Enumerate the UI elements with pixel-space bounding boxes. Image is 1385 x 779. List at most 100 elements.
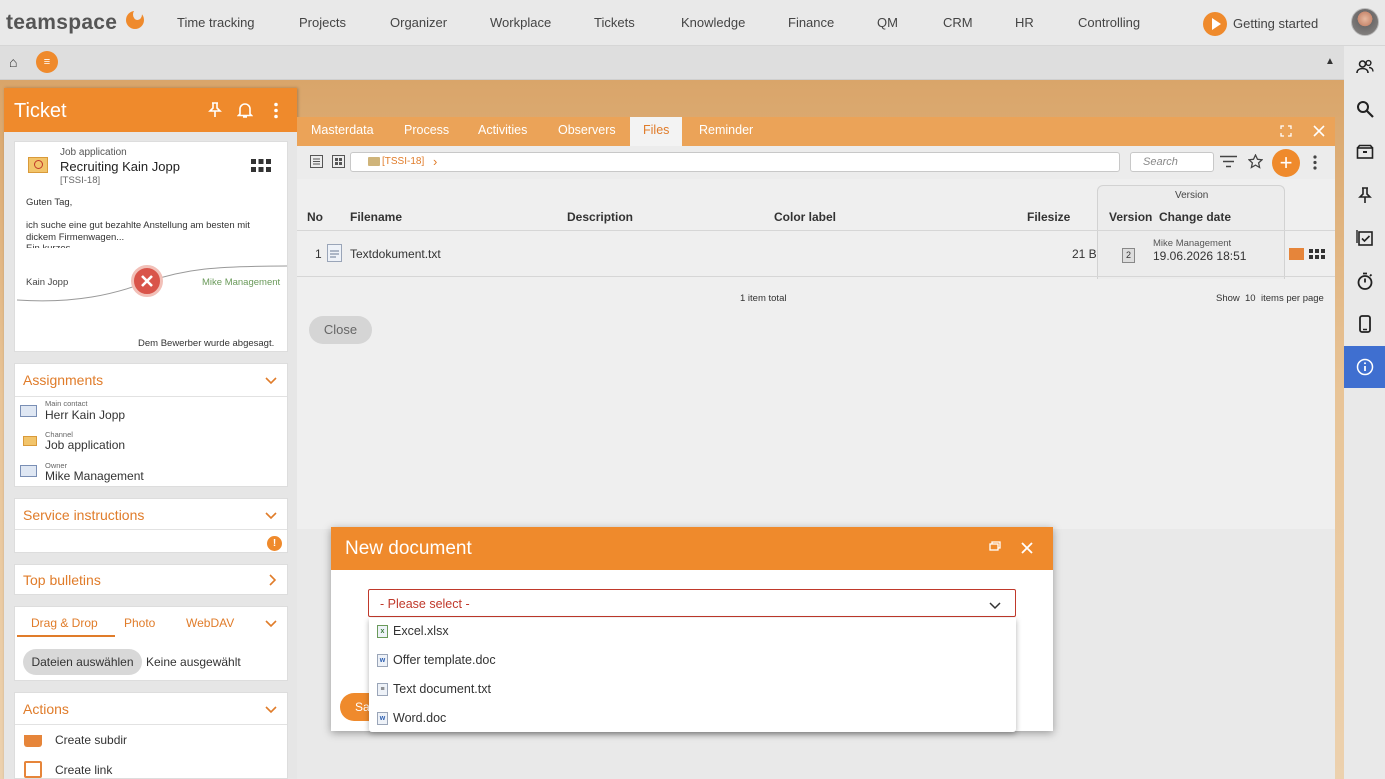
filter-icon[interactable] xyxy=(1220,155,1237,171)
nav-tickets[interactable]: Tickets xyxy=(594,15,635,30)
nav-qm[interactable]: QM xyxy=(877,15,898,30)
tab-photo[interactable]: Photo xyxy=(124,616,155,630)
warning-icon[interactable]: ! xyxy=(267,536,282,551)
tab-files[interactable]: Files xyxy=(630,117,683,146)
row-filename[interactable]: Textdokument.txt xyxy=(350,247,441,261)
main-contact-value[interactable]: Herr Kain Jopp xyxy=(45,408,125,422)
nav-workplace[interactable]: Workplace xyxy=(490,15,551,30)
mobile-icon[interactable] xyxy=(1344,303,1385,345)
home-icon[interactable]: ⌂ xyxy=(9,54,17,70)
owner-value[interactable]: Mike Management xyxy=(45,469,144,483)
tab-masterdata[interactable]: Masterdata xyxy=(311,123,374,137)
excel-file-icon: x xyxy=(377,624,388,638)
user-avatar[interactable] xyxy=(1351,8,1379,36)
table-row[interactable]: 1 Textdokument.txt 21 B 2 Mike Managemen… xyxy=(297,231,1335,275)
actions-title[interactable]: Actions xyxy=(23,701,69,717)
option-excel[interactable]: x Excel.xlsx xyxy=(377,618,449,644)
chevron-down-icon[interactable] xyxy=(265,703,277,717)
nav-projects[interactable]: Projects xyxy=(299,15,346,30)
column-color-label[interactable]: Color label xyxy=(774,210,836,224)
maximize-icon[interactable] xyxy=(1280,125,1292,140)
version-badge[interactable]: 2 xyxy=(1122,248,1135,263)
service-instructions-title[interactable]: Service instructions xyxy=(23,507,144,523)
document-template-select[interactable]: - Please select - xyxy=(368,589,1016,617)
tab-activities[interactable]: Activities xyxy=(478,123,527,137)
top-bulletins-section[interactable]: Top bulletins xyxy=(14,564,288,595)
assignments-title[interactable]: Assignments xyxy=(23,372,103,388)
teamspace-logo[interactable]: teamspace xyxy=(6,11,117,35)
logo-mark-icon xyxy=(126,9,144,29)
ticket-summary-card[interactable]: Job application Recruiting Kain Jopp [TS… xyxy=(14,141,288,352)
column-description[interactable]: Description xyxy=(567,210,633,224)
choose-files-button[interactable]: Dateien auswählen xyxy=(23,649,142,675)
tile-view-icon[interactable] xyxy=(332,155,345,171)
nav-hr[interactable]: HR xyxy=(1015,15,1034,30)
play-icon[interactable] xyxy=(1203,12,1227,36)
archive-icon[interactable] xyxy=(1344,131,1385,173)
tab-observers[interactable]: Observers xyxy=(558,123,616,137)
more-vertical-icon[interactable] xyxy=(273,102,279,122)
nav-organizer[interactable]: Organizer xyxy=(390,15,447,30)
select-placeholder: - Please select - xyxy=(380,597,470,611)
chevron-down-icon[interactable] xyxy=(265,617,277,631)
option-word[interactable]: w Word.doc xyxy=(377,705,446,731)
chevron-down-icon[interactable] xyxy=(265,509,277,523)
nav-controlling[interactable]: Controlling xyxy=(1078,15,1140,30)
pin-icon[interactable] xyxy=(208,102,222,121)
contacts-icon[interactable] xyxy=(1344,46,1385,88)
bell-icon[interactable] xyxy=(236,102,254,122)
word-file-icon: w xyxy=(377,653,388,667)
star-icon[interactable] xyxy=(1247,153,1264,172)
folder-icon[interactable] xyxy=(1289,248,1304,260)
action-create-subdir[interactable]: Create subdir xyxy=(55,733,127,747)
stopwatch-icon[interactable] xyxy=(1344,260,1385,302)
nav-crm[interactable]: CRM xyxy=(943,15,973,30)
close-icon[interactable] xyxy=(1021,542,1033,557)
getting-started-link[interactable]: Getting started xyxy=(1233,16,1318,31)
breadcrumb-ticket[interactable]: [TSSI-18] xyxy=(382,156,424,167)
option-offer-template[interactable]: w Offer template.doc xyxy=(377,647,496,673)
chevron-down-icon[interactable] xyxy=(989,599,1001,613)
grid-menu-icon[interactable] xyxy=(1309,249,1325,263)
tab-reminder[interactable]: Reminder xyxy=(699,123,753,137)
list-view-icon[interactable] xyxy=(310,155,323,171)
option-text-document[interactable]: ≡ Text document.txt xyxy=(377,676,491,702)
flow-from-label: Kain Jopp xyxy=(26,277,69,288)
tab-process[interactable]: Process xyxy=(404,123,449,137)
tab-webdav[interactable]: WebDAV xyxy=(186,616,234,630)
search-input[interactable]: Search xyxy=(1130,152,1214,172)
close-icon[interactable] xyxy=(1313,125,1325,140)
column-version[interactable]: Version xyxy=(1109,210,1152,224)
ticket-folder-icon xyxy=(368,157,380,166)
column-no[interactable]: No xyxy=(307,210,323,224)
dialog-title: New document xyxy=(345,538,472,559)
tasks-icon[interactable] xyxy=(1344,217,1385,259)
nav-knowledge[interactable]: Knowledge xyxy=(681,15,745,30)
channel-value[interactable]: Job application xyxy=(45,438,125,452)
pin-icon[interactable] xyxy=(1344,174,1385,216)
option-label: Text document.txt xyxy=(393,682,491,696)
restore-icon[interactable] xyxy=(989,541,1001,555)
tab-drag-drop[interactable]: Drag & Drop xyxy=(31,616,98,630)
per-page-select[interactable]: 10 xyxy=(1245,293,1256,304)
info-icon[interactable] xyxy=(1344,346,1385,388)
top-bulletins-title[interactable]: Top bulletins xyxy=(23,572,101,588)
more-vertical-icon[interactable] xyxy=(1313,155,1317,173)
grid-menu-icon[interactable] xyxy=(251,159,271,176)
column-filename[interactable]: Filename xyxy=(350,210,402,224)
action-create-link[interactable]: Create link xyxy=(55,763,112,777)
nav-finance[interactable]: Finance xyxy=(788,15,834,30)
column-filesize[interactable]: Filesize xyxy=(1027,210,1070,224)
menu-icon[interactable]: ≡ xyxy=(36,51,58,73)
rejected-status-icon[interactable] xyxy=(131,265,163,297)
chevron-right-icon[interactable] xyxy=(269,574,277,589)
text-file-icon xyxy=(327,244,342,262)
search-icon[interactable] xyxy=(1344,88,1385,130)
nav-time-tracking[interactable]: Time tracking xyxy=(177,15,255,30)
close-button[interactable]: Close xyxy=(309,316,372,344)
word-file-icon: w xyxy=(377,711,388,725)
add-icon[interactable]: + xyxy=(1272,149,1300,177)
collapse-up-icon[interactable]: ▲ xyxy=(1325,56,1335,67)
chevron-down-icon[interactable] xyxy=(265,374,277,388)
column-change-date[interactable]: Change date xyxy=(1159,210,1231,224)
